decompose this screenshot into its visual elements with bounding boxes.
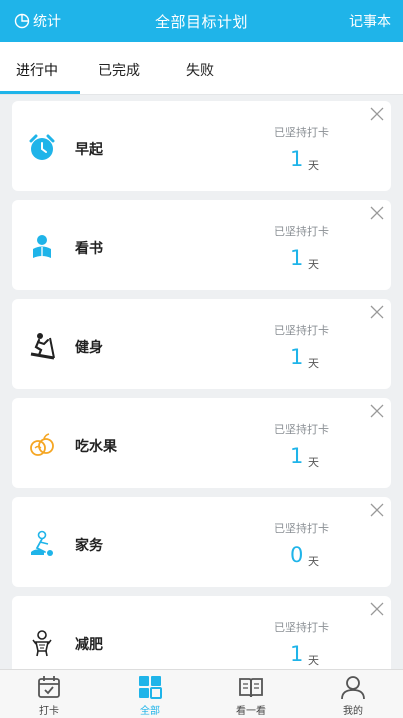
streak-count: 1 (290, 246, 304, 270)
streak-unit: 天 (308, 357, 319, 370)
streak-label: 已坚持打卡 (274, 324, 329, 337)
top-bar: 统计 全部目标计划 记事本 (0, 0, 403, 42)
fruit-icon (30, 433, 54, 456)
streak-label: 已坚持打卡 (274, 423, 329, 436)
streak-unit: 天 (308, 555, 319, 568)
nav-all[interactable]: 全部 (120, 674, 180, 717)
plan-card-lose-weight[interactable]: 减肥 已坚持打卡 1 天 (12, 596, 391, 669)
streak-unit: 天 (308, 456, 319, 469)
plan-card-wake-early[interactable]: 早起 已坚持打卡 1 天 (12, 101, 391, 191)
plan-card-reading[interactable]: 看书 已坚持打卡 1 天 (12, 200, 391, 290)
tab-completed[interactable]: 已完成 (98, 60, 140, 80)
close-icon[interactable] (369, 304, 385, 320)
streak-count: 1 (290, 444, 304, 468)
calendar-icon (38, 676, 60, 698)
page-title: 全部目标计划 (154, 13, 248, 31)
plan-name: 早起 (75, 142, 103, 158)
book-icon (239, 678, 263, 698)
plan-name: 减肥 (75, 637, 103, 653)
streak-unit: 天 (308, 159, 319, 172)
streak-label: 已坚持打卡 (274, 126, 329, 139)
plan-card-housework[interactable]: 家务 已坚持打卡 0 天 (12, 497, 391, 587)
grid-icon (139, 676, 162, 699)
streak-unit: 天 (308, 654, 319, 667)
streak-count: 1 (290, 147, 304, 171)
streak-count: 1 (290, 345, 304, 369)
vacuum-icon (31, 530, 53, 556)
nav-label: 全部 (140, 706, 160, 717)
streak-unit: 天 (308, 258, 319, 271)
nav-browse[interactable]: 看一看 (221, 674, 281, 717)
streak-label: 已坚持打卡 (274, 621, 329, 634)
alarm-clock-icon (29, 134, 55, 160)
nav-label: 打卡 (39, 706, 59, 717)
bottom-nav: 打卡 全部 看一看 我的 (0, 669, 403, 718)
nav-mine[interactable]: 我的 (323, 674, 383, 717)
nav-checkin[interactable]: 打卡 (19, 674, 79, 717)
close-icon[interactable] (369, 205, 385, 221)
close-icon[interactable] (369, 403, 385, 419)
nav-label: 我的 (343, 706, 363, 717)
active-tab-indicator (0, 91, 80, 94)
plan-card-eat-fruit[interactable]: 吃水果 已坚持打卡 1 天 (12, 398, 391, 488)
plan-name: 家务 (75, 538, 103, 554)
close-icon[interactable] (369, 502, 385, 518)
tab-in-progress[interactable]: 进行中 (16, 60, 58, 80)
plan-card-fitness[interactable]: 健身 已坚持打卡 1 天 (12, 299, 391, 389)
reader-icon (33, 235, 51, 258)
close-icon[interactable] (369, 601, 385, 617)
slimming-icon (32, 630, 52, 657)
streak-label: 已坚持打卡 (274, 522, 329, 535)
profile-icon (341, 676, 365, 700)
streak-count: 1 (290, 642, 304, 666)
plan-name: 吃水果 (75, 439, 117, 455)
notepad-button[interactable]: 记事本 (349, 11, 391, 31)
tab-failed[interactable]: 失败 (186, 60, 214, 80)
streak-label: 已坚持打卡 (274, 225, 329, 238)
plan-list[interactable]: 早起 已坚持打卡 1 天 看书 已坚持打卡 1 天 健身 已坚持打卡 1 天 吃… (0, 95, 403, 669)
plan-name: 看书 (75, 241, 103, 257)
nav-label: 看一看 (236, 706, 266, 717)
status-tabs: 进行中 已完成 失败 (0, 42, 403, 95)
plan-name: 健身 (75, 340, 103, 356)
streak-count: 0 (290, 543, 304, 567)
close-icon[interactable] (369, 106, 385, 122)
treadmill-icon (30, 333, 55, 360)
